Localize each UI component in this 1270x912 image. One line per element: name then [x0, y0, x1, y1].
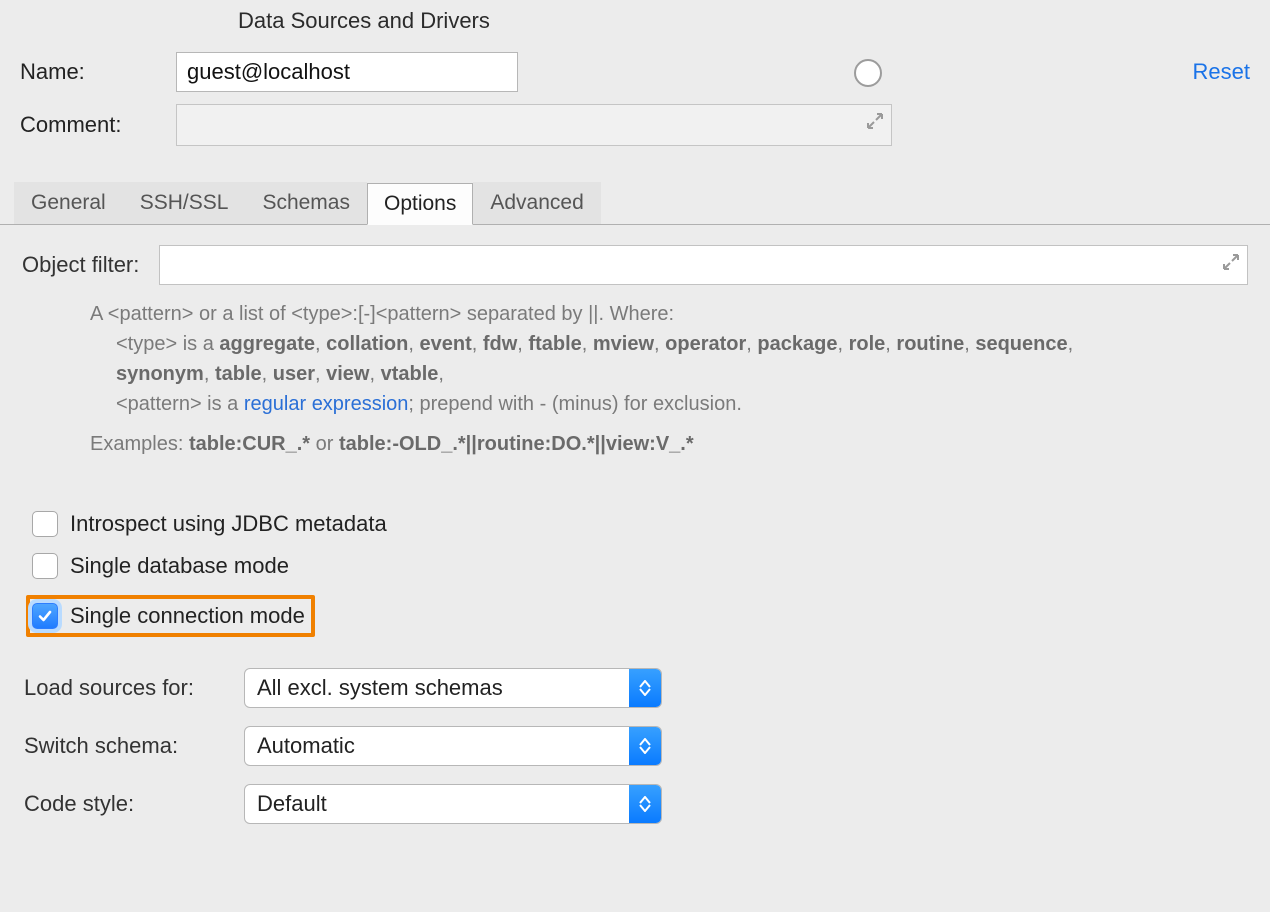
chevron-updown-icon: [629, 727, 661, 765]
color-picker-icon[interactable]: [854, 59, 882, 87]
single-connection-checkbox[interactable]: [32, 603, 58, 629]
object-filter-input[interactable]: [159, 245, 1248, 285]
single-database-label: Single database mode: [70, 553, 289, 579]
tab-ssh-ssl[interactable]: SSH/SSL: [123, 182, 246, 224]
single-connection-label: Single connection mode: [70, 603, 305, 629]
tab-general[interactable]: General: [14, 182, 123, 224]
name-input[interactable]: [176, 52, 518, 92]
highlight-box: Single connection mode: [26, 595, 315, 637]
code-style-select[interactable]: Default: [244, 784, 662, 824]
single-database-checkbox[interactable]: [32, 553, 58, 579]
object-filter-label: Object filter:: [22, 252, 139, 278]
switch-schema-label: Switch schema:: [24, 733, 244, 759]
introspect-jdbc-label: Introspect using JDBC metadata: [70, 511, 387, 537]
window-title: Data Sources and Drivers: [0, 0, 1270, 46]
comment-input[interactable]: [176, 104, 892, 146]
expand-icon[interactable]: [865, 111, 885, 136]
code-style-label: Code style:: [24, 791, 244, 817]
reset-link[interactable]: Reset: [1193, 59, 1250, 85]
introspect-jdbc-checkbox[interactable]: [32, 511, 58, 537]
switch-schema-select[interactable]: Automatic: [244, 726, 662, 766]
tab-advanced[interactable]: Advanced: [473, 182, 600, 224]
regex-link[interactable]: regular expression: [244, 393, 409, 415]
chevron-updown-icon: [629, 669, 661, 707]
chevron-updown-icon: [629, 785, 661, 823]
tab-schemas[interactable]: Schemas: [245, 182, 367, 224]
load-sources-label: Load sources for:: [24, 675, 244, 701]
object-filter-help: A <pattern> or a list of <type>:[-]<patt…: [90, 299, 1248, 459]
comment-label: Comment:: [20, 112, 176, 138]
name-label: Name:: [20, 59, 176, 85]
tab-bar: General SSH/SSL Schemas Options Advanced: [0, 182, 1270, 225]
load-sources-select[interactable]: All excl. system schemas: [244, 668, 662, 708]
expand-icon[interactable]: [1221, 252, 1241, 277]
tab-options[interactable]: Options: [367, 183, 473, 225]
